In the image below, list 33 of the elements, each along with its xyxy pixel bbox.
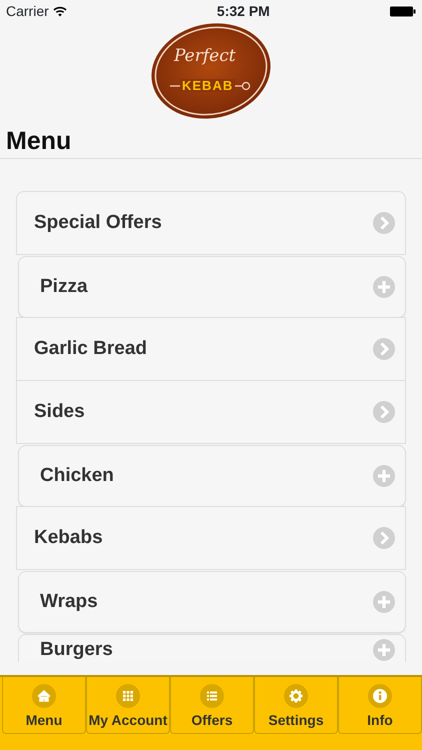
tab-button[interactable]: Info bbox=[338, 677, 422, 734]
logo-script: Perfect bbox=[174, 48, 236, 65]
menu-item[interactable]: Special Offers bbox=[16, 191, 406, 255]
chevron-right-icon bbox=[373, 527, 395, 549]
tab-button[interactable]: Offers bbox=[170, 677, 254, 734]
menu-item[interactable]: Chicken bbox=[18, 445, 406, 507]
grid-icon bbox=[116, 684, 140, 708]
plus-icon bbox=[373, 276, 395, 298]
menu-item[interactable]: Garlic Bread bbox=[16, 317, 406, 381]
tab-button[interactable]: Menu bbox=[2, 677, 86, 734]
menu-item[interactable]: Burgers bbox=[18, 634, 406, 662]
chevron-right-icon bbox=[373, 212, 395, 234]
tab-button[interactable]: Settings bbox=[254, 677, 338, 734]
battery-icon bbox=[390, 6, 416, 16]
settings-icon bbox=[284, 684, 308, 708]
menu-item[interactable]: Wraps bbox=[18, 571, 406, 633]
menu-item[interactable]: Pizza bbox=[18, 256, 406, 318]
tab-button[interactable]: My Account bbox=[86, 677, 170, 734]
menu-item[interactable]: Kebabs bbox=[16, 506, 406, 570]
list-icon bbox=[200, 684, 224, 708]
clock-time: 5:32 PM bbox=[216, 2, 270, 20]
info-icon bbox=[368, 684, 392, 708]
logo-wordmark: KEBAB bbox=[180, 79, 236, 92]
plus-icon bbox=[373, 591, 395, 613]
chevron-right-icon bbox=[373, 401, 395, 423]
menu-item[interactable]: Sides bbox=[16, 380, 406, 444]
home-icon bbox=[32, 684, 56, 708]
plus-icon bbox=[373, 465, 395, 487]
chevron-right-icon bbox=[373, 338, 395, 360]
wifi-icon bbox=[52, 6, 67, 16]
page-title: Menu bbox=[0, 126, 422, 159]
carrier-name: Carrier bbox=[6, 2, 49, 20]
plus-icon bbox=[373, 639, 395, 661]
